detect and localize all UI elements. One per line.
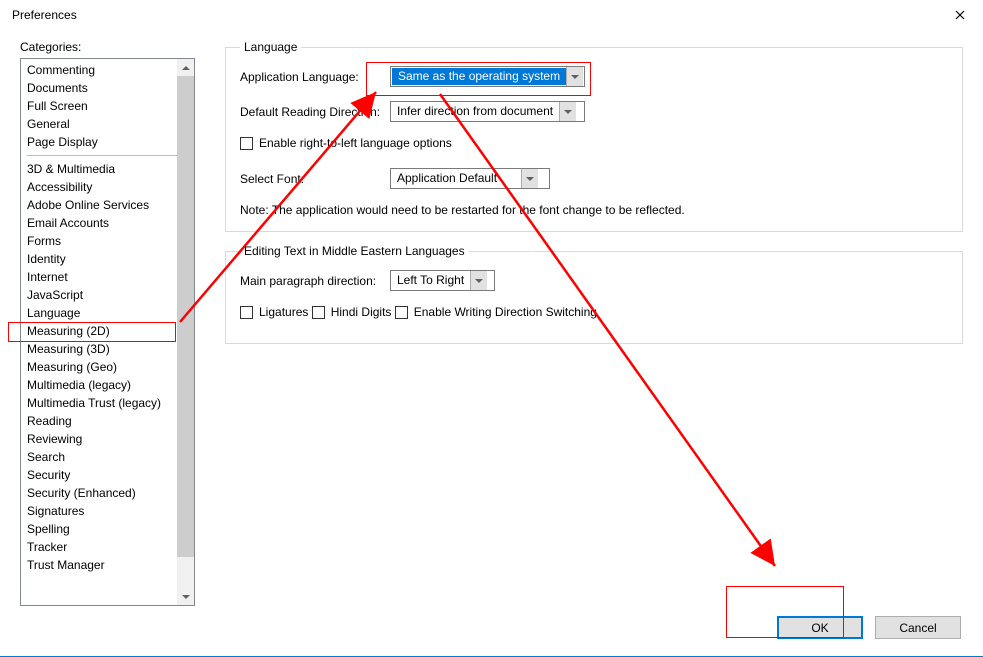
category-item[interactable]: Internet <box>21 268 194 286</box>
rtl-checkbox-label: Enable right-to-left language options <box>259 136 452 150</box>
category-item[interactable]: Commenting <box>21 61 194 79</box>
me-languages-group: Editing Text in Middle Eastern Languages… <box>225 244 963 344</box>
categories-listbox[interactable]: CommentingDocumentsFull ScreenGeneralPag… <box>20 58 195 606</box>
chevron-up-icon <box>182 66 190 70</box>
category-item[interactable]: Forms <box>21 232 194 250</box>
combo-button[interactable] <box>521 169 538 188</box>
checkbox-box <box>240 306 253 319</box>
font-note: Note: The application would need to be r… <box>240 203 948 217</box>
scroll-down-button[interactable] <box>177 588 194 605</box>
category-item[interactable]: Email Accounts <box>21 214 194 232</box>
chevron-down-icon <box>475 279 483 283</box>
font-combo[interactable]: Application Default <box>390 168 550 189</box>
category-item[interactable]: Trust Manager <box>21 556 194 574</box>
categories-label: Categories: <box>20 40 195 54</box>
app-language-value: Same as the operating system <box>392 68 566 85</box>
category-item[interactable]: Signatures <box>21 502 194 520</box>
category-item[interactable]: JavaScript <box>21 286 194 304</box>
chevron-down-icon <box>571 75 579 79</box>
rtl-checkbox[interactable]: Enable right-to-left language options <box>240 136 452 150</box>
app-language-combo[interactable]: Same as the operating system <box>390 66 585 87</box>
category-item[interactable]: Full Screen <box>21 97 194 115</box>
checkbox-box <box>312 306 325 319</box>
combo-button[interactable] <box>559 102 576 121</box>
category-item[interactable]: Search <box>21 448 194 466</box>
ok-button[interactable]: OK <box>777 616 863 639</box>
cancel-label: Cancel <box>899 621 936 635</box>
category-item[interactable]: Spelling <box>21 520 194 538</box>
combo-button[interactable] <box>470 271 487 290</box>
close-icon <box>955 10 965 20</box>
category-item[interactable]: General <box>21 115 194 133</box>
writing-direction-checkbox[interactable]: Enable Writing Direction Switching <box>395 305 597 319</box>
chevron-down-icon <box>182 595 190 599</box>
close-button[interactable] <box>937 0 983 30</box>
para-direction-label: Main paragraph direction: <box>240 274 390 288</box>
category-item[interactable]: Tracker <box>21 538 194 556</box>
reading-direction-combo[interactable]: Infer direction from document <box>390 101 585 122</box>
category-item[interactable]: Identity <box>21 250 194 268</box>
scroll-up-button[interactable] <box>177 59 194 76</box>
font-label: Select Font: <box>240 172 390 186</box>
category-item[interactable]: 3D & Multimedia <box>21 160 194 178</box>
reading-direction-label: Default Reading Direction: <box>240 105 390 119</box>
window-title: Preferences <box>12 8 937 22</box>
category-item[interactable]: Reviewing <box>21 430 194 448</box>
category-item[interactable]: Measuring (Geo) <box>21 358 194 376</box>
category-item[interactable]: Reading <box>21 412 194 430</box>
checkbox-box <box>395 306 408 319</box>
me-languages-legend: Editing Text in Middle Eastern Languages <box>240 244 469 258</box>
category-item[interactable]: Documents <box>21 79 194 97</box>
para-direction-combo[interactable]: Left To Right <box>390 270 495 291</box>
ok-label: OK <box>811 621 828 635</box>
category-item[interactable]: Multimedia Trust (legacy) <box>21 394 194 412</box>
cancel-button[interactable]: Cancel <box>875 616 961 639</box>
hindi-digits-checkbox[interactable]: Hindi Digits <box>312 305 392 319</box>
category-item[interactable]: Accessibility <box>21 178 194 196</box>
category-item[interactable]: Security (Enhanced) <box>21 484 194 502</box>
hindi-digits-label: Hindi Digits <box>331 305 392 319</box>
font-value: Application Default <box>391 169 521 188</box>
category-item[interactable]: Adobe Online Services <box>21 196 194 214</box>
category-item[interactable]: Measuring (3D) <box>21 340 194 358</box>
language-group: Language Application Language: Same as t… <box>225 40 963 232</box>
app-language-label: Application Language: <box>240 70 390 84</box>
category-item[interactable]: Page Display <box>21 133 194 151</box>
ligatures-checkbox[interactable]: Ligatures <box>240 305 308 319</box>
combo-button[interactable] <box>566 67 583 86</box>
category-item[interactable]: Measuring (2D) <box>21 322 194 340</box>
scrollbar[interactable] <box>177 59 194 605</box>
chevron-down-icon <box>564 110 572 114</box>
category-item[interactable]: Language <box>21 304 194 322</box>
writing-direction-label: Enable Writing Direction Switching <box>414 305 597 319</box>
ligatures-label: Ligatures <box>259 305 308 319</box>
reading-direction-value: Infer direction from document <box>391 102 559 121</box>
category-item[interactable]: Security <box>21 466 194 484</box>
para-direction-value: Left To Right <box>391 271 470 290</box>
category-item[interactable]: Multimedia (legacy) <box>21 376 194 394</box>
category-separator <box>27 155 190 156</box>
language-legend: Language <box>240 40 301 54</box>
chevron-down-icon <box>526 177 534 181</box>
checkbox-box <box>240 137 253 150</box>
